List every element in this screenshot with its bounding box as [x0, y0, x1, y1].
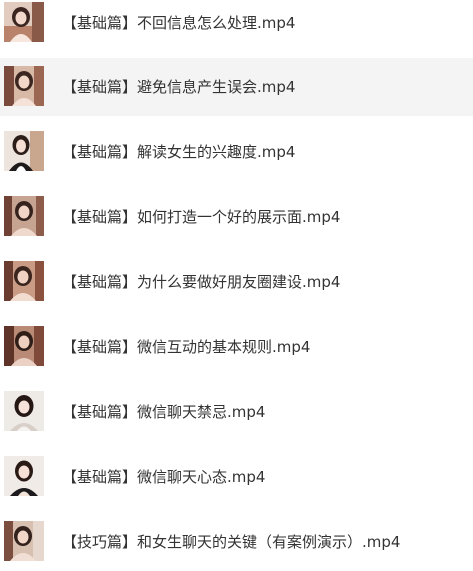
video-file-list: 【基础篇】不回信息怎么处理.mp4 【基础篇】避免信息产生误会.mp4 【基础篇… [0, 0, 473, 561]
file-row[interactable]: 【基础篇】微信互动的基本规则.mp4 [0, 318, 473, 376]
file-name: 【基础篇】如何打造一个好的展示面.mp4 [62, 208, 341, 226]
file-name: 【基础篇】微信互动的基本规则.mp4 [62, 338, 311, 356]
video-thumbnail-icon [4, 521, 44, 561]
video-thumbnail-icon [4, 131, 44, 171]
video-thumbnail-icon [4, 391, 44, 431]
file-row[interactable]: 【基础篇】为什么要做好朋友圈建设.mp4 [0, 253, 473, 311]
file-name: 【技巧篇】和女生聊天的关键（有案例演示）.mp4 [62, 533, 401, 551]
file-name: 【基础篇】为什么要做好朋友圈建设.mp4 [62, 273, 341, 291]
file-row[interactable]: 【基础篇】解读女生的兴趣度.mp4 [0, 123, 473, 181]
video-thumbnail-icon [4, 66, 44, 106]
video-thumbnail-icon [4, 2, 44, 42]
file-row[interactable]: 【技巧篇】和女生聊天的关键（有案例演示）.mp4 [0, 513, 473, 571]
file-row[interactable]: 【基础篇】微信聊天禁忌.mp4 [0, 383, 473, 441]
file-row[interactable]: 【基础篇】避免信息产生误会.mp4 [0, 58, 473, 116]
file-name: 【基础篇】避免信息产生误会.mp4 [62, 78, 296, 96]
video-thumbnail-icon [4, 261, 44, 301]
file-name: 【基础篇】解读女生的兴趣度.mp4 [62, 143, 296, 161]
video-thumbnail-icon [4, 456, 44, 496]
file-name: 【基础篇】微信聊天禁忌.mp4 [62, 403, 266, 421]
file-row[interactable]: 【基础篇】微信聊天心态.mp4 [0, 448, 473, 506]
video-thumbnail-icon [4, 326, 44, 366]
file-row[interactable]: 【基础篇】不回信息怎么处理.mp4 [0, 0, 473, 52]
file-name: 【基础篇】微信聊天心态.mp4 [62, 468, 266, 486]
video-thumbnail-icon [4, 196, 44, 236]
file-name: 【基础篇】不回信息怎么处理.mp4 [62, 14, 296, 32]
file-row[interactable]: 【基础篇】如何打造一个好的展示面.mp4 [0, 188, 473, 246]
